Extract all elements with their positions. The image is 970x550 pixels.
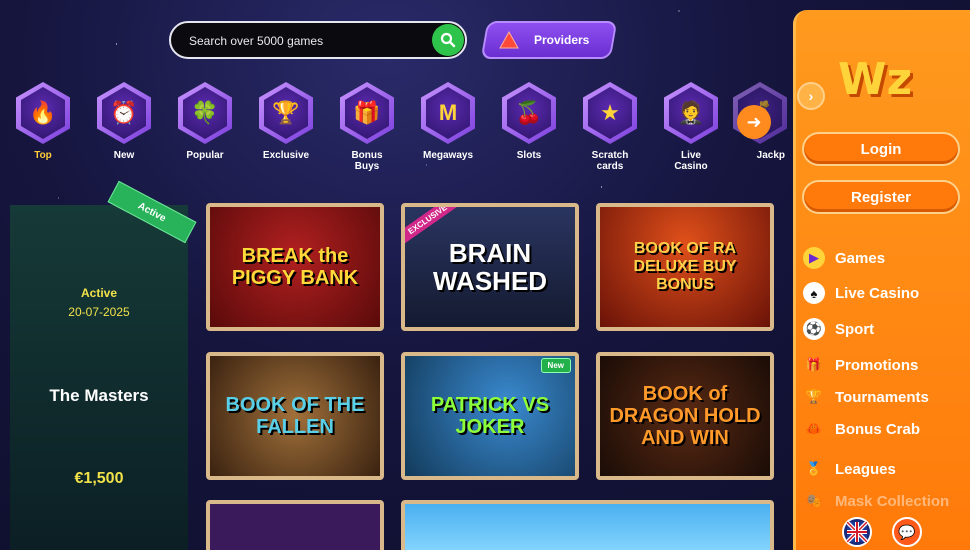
game-card[interactable]: [206, 500, 384, 550]
tournament-status: Active: [80, 286, 118, 300]
game-title: BRAIN WASHED: [432, 238, 548, 296]
game-card[interactable]: [401, 500, 774, 550]
uk-flag-icon: [847, 522, 867, 542]
leagues-icon: 🏅: [805, 461, 823, 476]
game-card[interactable]: BRAIN WASHED EXCLUSIVE: [401, 203, 579, 331]
scroll-right-button[interactable]: ➜: [737, 105, 771, 139]
arrow-right-icon: ➜: [746, 111, 762, 132]
game-title: BOOK OF RA DELUXE BUY BONUS: [633, 240, 737, 293]
sidebar-item-leagues[interactable]: 🏅 Leagues: [803, 458, 896, 480]
category-label: Live Casino: [674, 150, 708, 172]
sidebar-item-sport[interactable]: ⚽ Sport: [803, 318, 874, 340]
cherries-icon: 🍒: [507, 87, 551, 139]
clover-icon: 🍀: [183, 87, 227, 139]
category-exclusive[interactable]: 🏆 Exclusive: [253, 82, 319, 161]
chat-bubble-icon: 💬: [898, 523, 916, 540]
providers-button[interactable]: Providers: [480, 21, 618, 59]
category-megaways[interactable]: M Megaways: [415, 82, 481, 161]
mask-icon: 🎭: [805, 493, 823, 508]
sidebar-item-label: Sport: [835, 320, 875, 338]
gift-icon: 🎁: [345, 87, 389, 139]
chat-button[interactable]: 💬: [892, 517, 922, 547]
flame-icon: 🔥: [21, 87, 65, 139]
category-scratch-cards[interactable]: ★ Scratch cards: [577, 82, 643, 172]
game-card[interactable]: BOOK OF RA DELUXE BUY BONUS: [596, 203, 774, 331]
search-icon: [440, 32, 456, 48]
new-badge: New: [540, 358, 571, 373]
category-new[interactable]: ⏰ New: [91, 82, 157, 161]
sidebar-toggle-button[interactable]: ›: [797, 82, 825, 110]
sidebar-item-live-casino[interactable]: ♠ Live Casino: [803, 282, 919, 304]
sidebar-item-games[interactable]: ▶ Games: [803, 247, 885, 269]
game-card[interactable]: BREAK the PIGGY BANK: [206, 203, 384, 331]
tournament-date: 20-07-2025: [68, 305, 130, 319]
megaways-icon: M: [426, 87, 470, 139]
sidebar-item-label: Tournaments: [835, 388, 929, 406]
game-card[interactable]: BOOK OF THE FALLEN: [206, 352, 384, 480]
category-slots[interactable]: 🍒 Slots: [496, 82, 562, 161]
play-icon: ▶: [803, 247, 825, 269]
chevron-right-icon: ›: [808, 88, 814, 104]
trophy-icon: 🏆: [805, 389, 823, 404]
scratch-card-icon: ★: [588, 87, 632, 139]
tournament-prize: €1,500: [74, 470, 124, 487]
trophy-icon: 🏆: [264, 87, 308, 139]
sidebar-item-label: Leagues: [835, 460, 896, 478]
category-label: Top: [34, 150, 52, 161]
sidebar-item-label: Promotions: [835, 356, 919, 374]
tournament-name: The Masters: [49, 386, 149, 405]
providers-icon: [499, 30, 519, 49]
category-label: Jackp: [756, 150, 785, 161]
sidebar-item-label: Mask Collection: [835, 492, 950, 510]
sidebar-item-mask-collection[interactable]: 🎭 Mask Collection: [803, 490, 949, 512]
crab-icon: 🦀: [805, 421, 823, 436]
site-logo[interactable]: Wz: [838, 54, 912, 105]
soccer-ball-icon: ⚽: [803, 318, 825, 340]
language-button[interactable]: [842, 517, 872, 547]
sidebar-item-promotions[interactable]: 🎁 Promotions: [803, 354, 918, 376]
category-top[interactable]: 🔥 Top: [10, 82, 76, 161]
tournament-card[interactable]: [10, 205, 188, 550]
dealer-icon: 🤵: [669, 87, 713, 139]
login-button[interactable]: Login: [802, 132, 960, 166]
game-card[interactable]: BOOK of DRAGON HOLD AND WIN: [596, 352, 774, 480]
category-popular[interactable]: 🍀 Popular: [172, 82, 238, 161]
sidebar-item-label: Live Casino: [835, 284, 920, 302]
sidebar-item-bonus-crab[interactable]: 🦀 Bonus Crab: [803, 418, 920, 440]
game-title: PATRICK VS JOKER: [430, 394, 550, 438]
category-live-casino[interactable]: 🤵 Live Casino: [658, 82, 724, 172]
category-bonus-buys[interactable]: 🎁 Bonus Buys: [334, 82, 400, 172]
gift-icon: 🎁: [805, 357, 823, 372]
cards-icon: ♠: [803, 282, 825, 304]
category-label: Exclusive: [262, 150, 310, 161]
search-bar[interactable]: [169, 21, 467, 59]
sidebar-item-label: Games: [835, 249, 886, 267]
category-label: Scratch cards: [591, 150, 629, 172]
category-label: Slots: [516, 150, 542, 161]
alarm-clock-icon: ⏰: [102, 87, 146, 139]
register-button[interactable]: Register: [802, 180, 960, 214]
category-label: New: [113, 150, 135, 161]
category-label: Megaways: [422, 150, 474, 161]
game-card[interactable]: PATRICK VS JOKER New: [401, 352, 579, 480]
sidebar-item-label: Bonus Crab: [835, 420, 921, 438]
game-title: BOOK of DRAGON HOLD AND WIN: [609, 383, 761, 449]
sidebar-item-tournaments[interactable]: 🏆 Tournaments: [803, 386, 929, 408]
game-title: BREAK the PIGGY BANK: [231, 245, 359, 289]
search-input[interactable]: [189, 32, 419, 50]
category-label: Bonus Buys: [351, 150, 383, 172]
category-label: Popular: [186, 150, 224, 161]
search-button[interactable]: [432, 24, 464, 56]
game-title: BOOK OF THE FALLEN: [225, 394, 365, 438]
providers-label: Providers: [534, 33, 590, 47]
